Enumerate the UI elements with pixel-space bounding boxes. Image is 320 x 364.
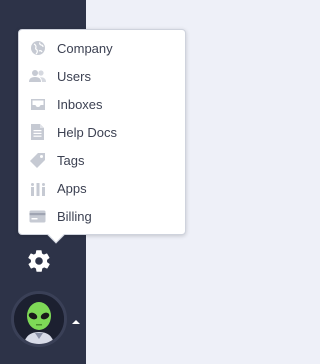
menu-item-label: Billing: [57, 208, 92, 224]
settings-dropdown-menu: Company Users Inboxes Help Docs Tags App…: [18, 29, 186, 244]
tag-icon: [29, 152, 46, 169]
inbox-icon: [29, 96, 46, 113]
globe-icon: [29, 40, 46, 57]
menu-item-apps[interactable]: Apps: [19, 174, 185, 202]
menu-item-label: Help Docs: [57, 124, 117, 140]
credit-card-icon: [29, 208, 46, 225]
caret-up-icon[interactable]: [72, 320, 80, 324]
menu-item-help-docs[interactable]: Help Docs: [19, 118, 185, 146]
menu-item-tags[interactable]: Tags: [19, 146, 185, 174]
alien-avatar-icon: [14, 294, 64, 344]
menu-item-label: Inboxes: [57, 96, 103, 112]
gear-icon[interactable]: [26, 248, 52, 274]
menu-item-billing[interactable]: Billing: [19, 202, 185, 230]
avatar[interactable]: [11, 291, 67, 347]
menu-item-label: Users: [57, 68, 91, 84]
menu-item-users[interactable]: Users: [19, 62, 185, 90]
menu-item-company[interactable]: Company: [19, 34, 185, 62]
menu-item-label: Tags: [57, 152, 85, 168]
apps-icon: [29, 180, 46, 197]
users-icon: [29, 68, 46, 85]
menu-item-label: Company: [57, 40, 113, 56]
menu-item-label: Apps: [57, 180, 87, 196]
document-icon: [29, 124, 46, 141]
menu-item-inboxes[interactable]: Inboxes: [19, 90, 185, 118]
